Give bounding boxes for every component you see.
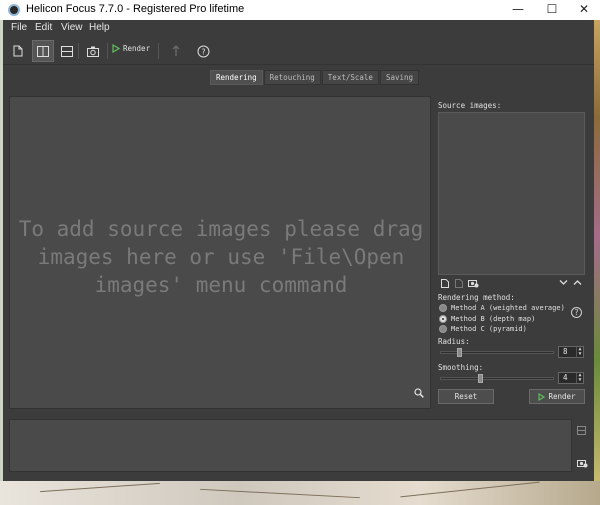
spin-arrows-icon[interactable]: ▲ ▼ [576,373,583,383]
toolbar-render-label: Render [123,44,151,53]
tab-retouching[interactable]: Retouching [263,70,321,85]
preview-canvas[interactable]: To add source images please drag images … [9,96,431,409]
open-file-button[interactable] [7,40,29,62]
maximize-button[interactable]: ☐ [536,0,568,20]
toolbar: Render ? [0,37,600,65]
menu-file[interactable]: File [11,22,27,33]
remove-file-icon[interactable] [455,279,463,288]
smoothing-spinbox[interactable]: 4 ▲ ▼ [558,372,584,384]
tab-rendering[interactable]: Rendering [210,70,263,85]
mode-tabs: Rendering Retouching Text/Scale Saving [210,70,420,85]
method-a-radio[interactable]: Method A (weighted average) [439,304,565,312]
render-button[interactable]: Render [529,389,585,404]
menu-help[interactable]: Help [89,22,110,33]
columns-icon [37,45,49,57]
file-icon [13,45,23,57]
desktop-wallpaper-edge [594,20,600,505]
tab-text-scale[interactable]: Text/Scale [321,70,379,85]
help-icon: ? [197,45,209,57]
smoothing-slider[interactable] [440,377,554,380]
smoothing-value: 4 [563,373,568,382]
chevron-up-icon[interactable] [573,279,582,286]
reset-button[interactable]: Reset [438,389,494,404]
magnifier-icon [414,388,424,398]
smoothing-slider-handle[interactable] [477,374,483,383]
camera-icon [87,46,99,57]
rendering-method-label: Rendering method: [438,293,515,302]
menu-view[interactable]: View [61,22,83,33]
tab-saving[interactable]: Saving [379,70,420,85]
drop-hint-text: To add source images please drag images … [18,217,424,297]
svg-text:?: ? [201,47,205,56]
title-bar: Helicon Focus 7.7.0 - Registered Pro lif… [0,0,600,20]
radius-spinbox[interactable]: 8 ▲ ▼ [558,346,584,358]
toolbar-render-button[interactable]: Render [112,44,150,53]
radio-indicator [439,325,447,333]
help-button[interactable]: ? [192,40,214,62]
app-logo-icon [8,4,20,16]
radio-indicator [439,304,447,312]
smoothing-label: Smoothing: [438,363,484,372]
zoom-button[interactable] [414,383,424,402]
rows-icon [61,45,73,57]
camera-settings-icon[interactable] [468,278,479,288]
reset-label: Reset [454,392,478,401]
layout-stacked-button[interactable] [56,40,78,62]
radio-indicator-selected [439,315,447,323]
toolbar-separator [78,43,79,59]
close-button[interactable]: ✕ [568,0,600,20]
spin-arrows-icon[interactable]: ▲ ▼ [576,347,583,357]
window-title: Helicon Focus 7.7.0 - Registered Pro lif… [26,3,245,15]
method-a-label: Method A (weighted average) [451,304,565,312]
toolbar-separator [158,43,159,59]
camera-settings-icon[interactable] [577,458,588,468]
layout-side-by-side-button[interactable] [32,40,54,62]
output-strip[interactable] [9,419,572,472]
menu-edit[interactable]: Edit [35,22,52,33]
play-icon [538,392,546,401]
render-label: Render [548,392,576,401]
upload-arrow-icon [172,45,180,56]
menu-bar: File Edit View Help [0,20,600,37]
method-help-icon[interactable]: ? [571,307,582,318]
source-images-list[interactable] [438,112,585,275]
radius-label: Radius: [438,337,470,346]
method-b-label: Method B (depth map) [451,315,536,323]
collapse-panel-icon[interactable] [577,426,586,435]
add-file-icon[interactable] [441,279,449,288]
source-list-toolbar [438,278,585,288]
minimize-button[interactable]: — [502,0,534,20]
source-images-label: Source images: [438,101,502,110]
radius-slider-handle[interactable] [457,348,463,357]
desktop-wallpaper-bottom [0,481,600,505]
chevron-down-icon[interactable] [559,279,568,286]
publish-button[interactable] [165,40,187,62]
screenshot-button[interactable] [82,40,104,62]
play-icon [112,44,120,53]
radius-value: 8 [563,347,568,356]
method-c-radio[interactable]: Method C (pyramid) [439,325,527,333]
method-c-label: Method C (pyramid) [451,325,527,333]
toolbar-separator [107,43,108,59]
desktop-wallpaper-edge [0,20,3,505]
method-b-radio[interactable]: Method B (depth map) [439,315,535,323]
